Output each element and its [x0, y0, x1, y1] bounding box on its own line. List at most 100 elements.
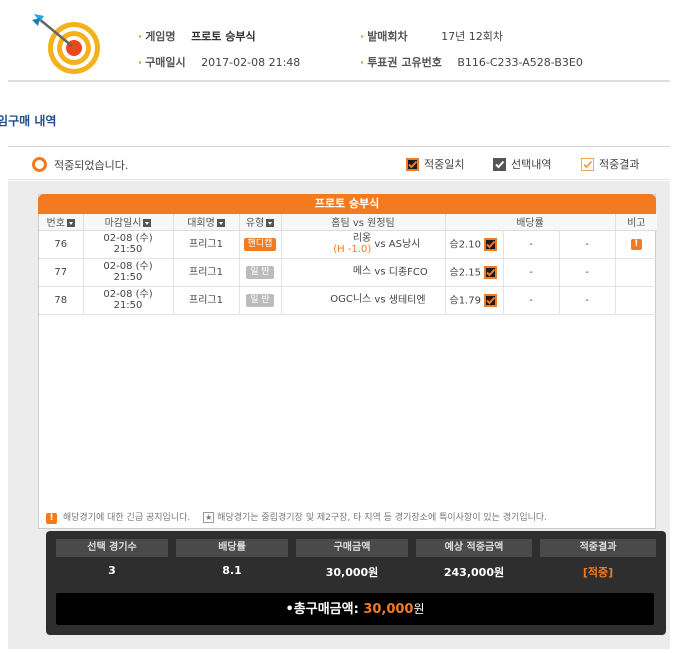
row-no: 78	[39, 286, 84, 315]
table-row: 78 02-08 (수) 21:50 프리그1 일 반 OGC니스 vs 생테티엔 승1.7…	[39, 286, 658, 315]
round-label: 발매회차	[360, 30, 408, 43]
game-name-label: 게임명	[138, 30, 176, 43]
status-circle-icon	[32, 157, 47, 172]
status-text: 적중되었습니다.	[54, 159, 129, 172]
away-team: AS낭시	[388, 239, 421, 250]
row-teams: OGC니스 vs 생테티엔	[281, 286, 446, 315]
row-odds-win[interactable]: 승2.15	[445, 258, 504, 287]
handicap-value: (H -1.0)	[333, 244, 372, 255]
vs-label: vs	[374, 266, 386, 278]
star-icon: ★	[203, 512, 215, 523]
table-header-row: 번호 마감일시 대회명 유형 홈팀 vs 원정팀 배당률 비고	[39, 214, 658, 231]
summary-count: 3	[108, 564, 116, 577]
sort-icon	[216, 219, 225, 228]
row-note[interactable]	[615, 286, 658, 315]
row-note[interactable]	[615, 258, 658, 287]
col-league[interactable]: 대회명	[173, 214, 240, 231]
legend-match-label: 적중일치	[424, 158, 465, 171]
away-team: 생테티엔	[388, 294, 426, 306]
checkbox-orange-icon	[483, 265, 497, 279]
row-deadline: 02-08 (수) 21:50	[83, 230, 174, 259]
col-type[interactable]: 유형	[239, 214, 282, 231]
checkbox-orange-icon	[406, 157, 419, 171]
row-odds-draw: -	[503, 286, 560, 315]
total-amount: 30,000	[363, 602, 414, 617]
summary-result: [적중]	[582, 566, 614, 579]
round-value: 17년 12회차	[441, 30, 504, 43]
col-no[interactable]: 번호	[39, 214, 84, 231]
col-deadline[interactable]: 마감일시	[83, 214, 174, 231]
col-note: 비고	[615, 214, 658, 231]
row-type: 일 반	[239, 258, 282, 287]
row-odds-lose: -	[559, 258, 616, 287]
round-row: 발매회차 17년 12회차	[360, 28, 503, 44]
checkbox-light-orange-icon	[581, 157, 594, 171]
row-teams: 메스 vs 디종FCO	[281, 258, 446, 287]
home-team: 메스	[352, 266, 372, 278]
row-type: 핸디캡	[239, 230, 282, 259]
footer-note-urgent: 해당경기에 대한 긴급 공지입니다.	[62, 513, 191, 523]
vs-label: vs	[374, 294, 386, 306]
table-row: 76 02-08 (수) 21:50 프리그1 핸디캡 리옹 (H -1.0) vs AS낭…	[39, 230, 658, 259]
sort-icon	[266, 219, 275, 228]
total-unit: 원	[413, 602, 425, 616]
row-league: 프리그1	[173, 230, 240, 259]
ticket-header: 게임명 프로토 승부식 구매일시 2017-02-08 21:48 발매회차 1…	[8, 4, 670, 82]
row-odds-win[interactable]: 승2.10	[445, 230, 504, 259]
summary-head-amount: 구매금액	[296, 539, 408, 557]
checkbox-grey-icon	[493, 157, 506, 171]
row-teams: 리옹 (H -1.0) vs AS낭시	[281, 230, 446, 259]
row-deadline: 02-08 (수) 21:50	[83, 258, 174, 287]
ticket-id-value: B116-C233-A528-B3E0	[457, 56, 583, 69]
game-name-value: 프로토 승부식	[191, 30, 256, 43]
purchase-date-value: 2017-02-08 21:48	[201, 56, 301, 69]
game-table: 프로토 승부식 번호 마감일시 대회명 유형 홈팀 vs 원정팀 배당률 비고 …	[38, 194, 658, 529]
status-bar: 적중되었습니다. 적중일치 선택내역 적중결과	[8, 146, 670, 180]
ticket-panel: 프로토 승부식 번호 마감일시 대회명 유형 홈팀 vs 원정팀 배당률 비고 …	[8, 181, 670, 649]
type-badge: 일 반	[246, 293, 274, 307]
summary-head-count: 선택 경기수	[56, 539, 168, 557]
type-badge: 핸디캡	[243, 237, 277, 251]
footer-note-venue: 해당경기는 중립경기장 및 제2구장, 타 지역 등 경기장소에 특이사항이 있…	[217, 513, 548, 523]
row-deadline: 02-08 (수) 21:50	[83, 286, 174, 315]
row-odds-draw: -	[503, 258, 560, 287]
table-title: 프로토 승부식	[38, 194, 656, 214]
row-type: 일 반	[239, 286, 282, 315]
purchase-summary: 선택 경기수 배당률 구매금액 예상 적중금액 적중결과 3 8.1 30,00…	[46, 531, 666, 635]
checkbox-orange-icon	[483, 237, 497, 251]
footer-note: ! 해당경기에 대한 긴급 공지입니다. ★ 해당경기는 중립경기장 및 제2구…	[46, 510, 547, 524]
summary-odds: 8.1	[222, 564, 242, 577]
vs-label: vs	[374, 239, 386, 250]
summary-amount: 30,000원	[325, 566, 379, 579]
purchase-date-label: 구매일시	[138, 56, 186, 69]
summary-expected: 243,000원	[443, 566, 505, 579]
sort-icon	[66, 219, 75, 228]
target-dart-icon	[32, 14, 100, 74]
row-no: 76	[39, 230, 84, 259]
summary-head-odds: 배당률	[176, 539, 288, 557]
legend-selected: 선택내역	[493, 156, 551, 172]
away-team: 디종FCO	[388, 266, 428, 278]
table-row: 77 02-08 (수) 21:50 프리그1 일 반 메스 vs 디종FCO 승2.15-…	[39, 258, 658, 287]
summary-head-expected: 예상 적중금액	[416, 539, 532, 557]
purchase-date-row: 구매일시 2017-02-08 21:48	[138, 54, 300, 70]
warning-icon: !	[630, 239, 642, 250]
game-name-row: 게임명 프로토 승부식	[138, 28, 256, 44]
row-no: 77	[39, 258, 84, 287]
type-badge: 일 반	[246, 265, 274, 279]
total-label: •총구매금액:	[285, 602, 359, 617]
total-purchase-bar: •총구매금액: 30,000원	[56, 593, 654, 625]
warning-icon: !	[46, 513, 57, 524]
home-team: OGC니스	[330, 294, 372, 306]
row-odds-lose: -	[559, 286, 616, 315]
row-note[interactable]: !	[615, 230, 658, 259]
row-odds-win[interactable]: 승1.79	[445, 286, 504, 315]
home-team: 리옹	[352, 233, 372, 244]
legend-selected-label: 선택내역	[511, 158, 552, 171]
ticket-id-label: 투표권 고유번호	[360, 56, 442, 69]
legend-result-label: 적중결과	[599, 158, 640, 171]
section-title: 게임구매 내역	[0, 114, 57, 128]
legend-result: 적중결과	[581, 156, 639, 172]
checkbox-orange-icon	[483, 293, 497, 307]
match-table: 번호 마감일시 대회명 유형 홈팀 vs 원정팀 배당률 비고 76 02-08 …	[39, 214, 658, 315]
